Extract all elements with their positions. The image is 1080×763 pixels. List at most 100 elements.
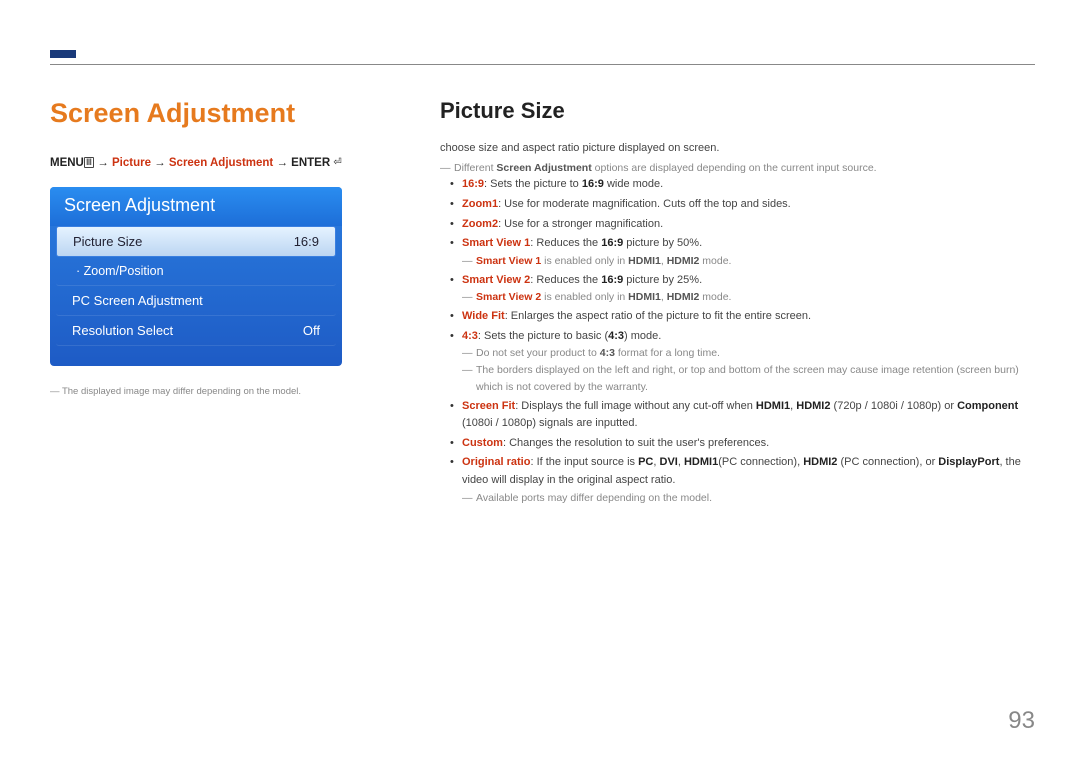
sv2-note: Smart View 2 is enabled only in HDMI1, H… [462,289,1035,306]
menu-icon: Ⅲ [84,157,94,168]
t: mode. [699,291,731,303]
t: HDMI1 [628,255,661,267]
k: Smart View 1 [462,237,530,249]
t: Different [454,162,496,174]
t: : Sets the picture to [484,178,582,190]
menu-item-value: Off [303,323,320,338]
header-accent [50,50,76,58]
t: PC [638,456,653,468]
t: Do not set your product to [476,347,600,359]
t: (720p / 1080i / 1080p) or [830,400,957,412]
t: picture by 25%. [623,274,702,286]
k: Smart View 2 [462,274,530,286]
option-zoom1: Zoom1: Use for moderate magnification. C… [462,196,1035,214]
k: 4:3 [462,330,478,342]
osd-menu: Screen Adjustment Picture Size 16:9 · Zo… [50,187,342,366]
k: 16:9 [462,178,484,190]
option-zoom2: Zoom2: Use for a stronger magnification. [462,216,1035,234]
menu-item-resolution-select[interactable]: Resolution Select Off [56,316,336,346]
t: HDMI1 [628,291,661,303]
t: mode. [699,255,731,267]
t: HDMI2 [667,255,700,267]
k: Custom [462,437,503,449]
t: 4:3 [608,330,624,342]
t: Available ports may differ depending on … [476,492,712,504]
menu-item-pc-screen[interactable]: PC Screen Adjustment [56,286,336,316]
option-smartview2: Smart View 2: Reduces the 16:9 picture b… [462,272,1035,306]
t: HDMI2 [803,456,837,468]
t: wide mode. [604,178,663,190]
option-custom: Custom: Changes the resolution to suit t… [462,435,1035,453]
option-smartview1: Smart View 1: Reduces the 16:9 picture b… [462,235,1035,269]
disclaimer-content: The displayed image may differ depending… [62,386,301,397]
menu-item-label: Resolution Select [72,323,173,338]
menu-item-label: PC Screen Adjustment [72,293,203,308]
t: : Changes the resolution to suit the use… [503,437,769,449]
t: Component [957,400,1018,412]
main-heading: Screen Adjustment [50,98,355,129]
t: HDMI2 [796,400,830,412]
breadcrumb: MENUⅢ → Picture → Screen Adjustment → EN… [50,157,355,169]
note-4-3-b: ―The borders displayed on the left and r… [462,362,1035,396]
option-screenfit: Screen Fit: Displays the full image with… [462,398,1035,433]
t: : Displays the full image without any cu… [515,400,756,412]
t: : If the input source is [530,456,638,468]
intro-note: Different Screen Adjustment options are … [440,160,1035,177]
osd-menu-title: Screen Adjustment [50,187,342,226]
t: DisplayPort [938,456,999,468]
option-list: 16:9: Sets the picture to 16:9 wide mode… [440,176,1035,506]
t: HDMI1 [756,400,790,412]
breadcrumb-enter: ENTER [291,157,330,169]
t: (PC connection), or [837,456,938,468]
t: (PC connection), [718,456,803,468]
t: ) mode. [624,330,661,342]
t: options are displayed depending on the c… [592,162,877,174]
breadcrumb-picture: Picture [112,157,151,169]
k: Zoom2 [462,218,498,230]
t: Smart View 1 [476,255,541,267]
header-divider [50,64,1035,65]
k: Original ratio [462,456,530,468]
menu-item-label: Picture Size [73,234,142,249]
t: 4:3 [600,347,615,359]
t: (1080i / 1080p) signals are inputted. [462,417,638,429]
breadcrumb-menu: MENU [50,157,84,169]
t: The borders displayed on the left and ri… [476,364,1019,393]
menu-item-zoom-position[interactable]: · Zoom/Position [56,257,336,286]
option-4-3: 4:3: Sets the picture to basic (4:3) mod… [462,328,1035,396]
breadcrumb-arrow-2: → [151,157,169,169]
note-4-3-a: Do not set your product to 4:3 format fo… [462,345,1035,362]
t: is enabled only in [541,255,628,267]
section-heading: Picture Size [440,98,1035,124]
breadcrumb-arrow-3: → [273,157,291,169]
page-content: Screen Adjustment MENUⅢ → Picture → Scre… [50,98,1035,508]
t: 16:9 [601,237,623,249]
t: : Reduces the [530,274,601,286]
k: Screen Fit [462,400,515,412]
t: picture by 50%. [623,237,702,249]
option-16-9: 16:9: Sets the picture to 16:9 wide mode… [462,176,1035,194]
menu-item-value: 16:9 [294,234,319,249]
enter-icon: ⏎ [333,157,341,168]
k: Zoom1 [462,198,498,210]
t: 16:9 [582,178,604,190]
right-column: Picture Size choose size and aspect rati… [440,98,1035,508]
note-ports: Available ports may differ depending on … [462,490,1035,507]
t: HDMI1 [684,456,718,468]
t: Smart View 2 [476,291,541,303]
t: : Reduces the [530,237,601,249]
left-column: Screen Adjustment MENUⅢ → Picture → Scre… [50,98,355,508]
t: DVI [660,456,678,468]
k: Wide Fit [462,310,505,322]
sv1-note: Smart View 1 is enabled only in HDMI1, H… [462,253,1035,270]
t: is enabled only in [541,291,628,303]
menu-item-picture-size[interactable]: Picture Size 16:9 [56,226,336,257]
t: : Use for a stronger magnification. [498,218,663,230]
intro-text: choose size and aspect ratio picture dis… [440,140,1035,158]
t: : Use for moderate magnification. Cuts o… [498,198,791,210]
t: 16:9 [601,274,623,286]
breadcrumb-arrow-1: → [94,157,112,169]
menu-item-label: · Zoom/Position [76,264,164,278]
t: : Sets the picture to basic ( [478,330,608,342]
breadcrumb-screen-adj: Screen Adjustment [169,157,273,169]
